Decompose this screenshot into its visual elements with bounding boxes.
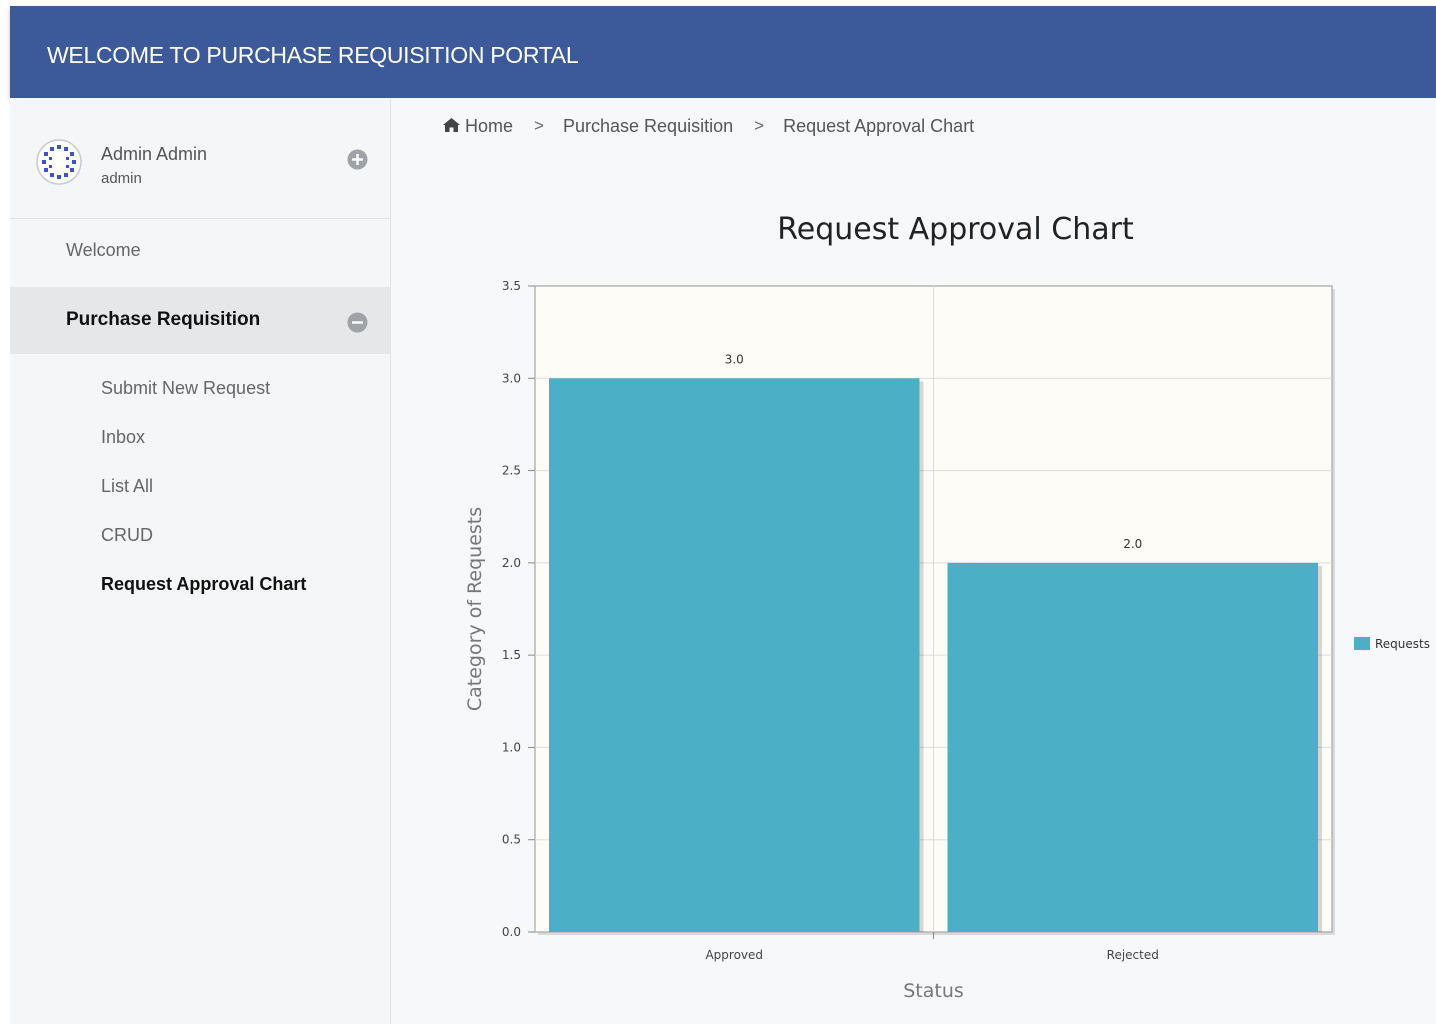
app-title: WELCOME TO PURCHASE REQUISITION PORTAL [47,42,579,68]
y-tick-label: 3.0 [502,371,521,385]
legend-label: Requests [1375,637,1430,651]
y-tick-label: 2.0 [502,556,521,570]
request-approval-chart: 0.0 0.5 1.0 1.5 2.0 2.5 3.0 3.5 3.0 Approved 2.0 Re… [464,212,1430,1002]
chart-title: Request Approval Chart [777,212,1134,247]
user-profile: Admin Admin admin [10,98,390,219]
sidebar-item-label: Welcome [66,240,141,260]
sidebar-item-welcome[interactable]: Welcome [10,220,390,286]
profile-name: Admin Admin [101,144,208,164]
x-tick-label: Rejected [1107,948,1159,962]
sidebar-subitem-inbox[interactable]: Inbox [101,427,145,448]
main-content: Home > Purchase Requisition > Request Ap… [391,98,1436,1024]
app-header: WELCOME TO PURCHASE REQUISITION PORTAL [10,6,1436,98]
y-tick-label: 2.5 [502,464,521,478]
y-tick-label: 0.0 [502,925,521,939]
y-tick-label: 1.5 [502,648,521,662]
legend-swatch [1354,637,1370,650]
sidebar-subitem-list-all[interactable]: List All [101,476,153,497]
minus-circle-icon[interactable] [347,312,368,333]
bar [947,562,1318,932]
y-axis-title: Category of Requests [464,507,486,711]
plus-circle-icon[interactable] [347,149,368,170]
sidebar-item-purchase-requisition[interactable]: Purchase Requisition [10,287,390,354]
sidebar-subitem-submit-new-request[interactable]: Submit New Request [101,378,270,399]
x-axis-title: Status [903,980,964,1002]
sidebar-subitem-request-approval-chart[interactable]: Request Approval Chart [101,574,306,595]
y-tick-label: 0.5 [502,833,521,847]
y-tick-label: 3.5 [502,279,521,293]
profile-username: admin [101,170,142,187]
bar-value-label: 2.0 [1123,537,1142,551]
sidebar-item-label: Purchase Requisition [66,309,261,330]
bar [549,378,920,932]
bar-value-label: 3.0 [725,352,744,366]
x-tick-label: Approved [705,948,763,962]
sidebar-subitem-crud[interactable]: CRUD [101,525,153,546]
sidebar: Admin Admin admin Welcome Purchase Requi… [10,98,391,1024]
avatar[interactable] [35,138,83,186]
y-tick-label: 1.0 [502,740,521,754]
